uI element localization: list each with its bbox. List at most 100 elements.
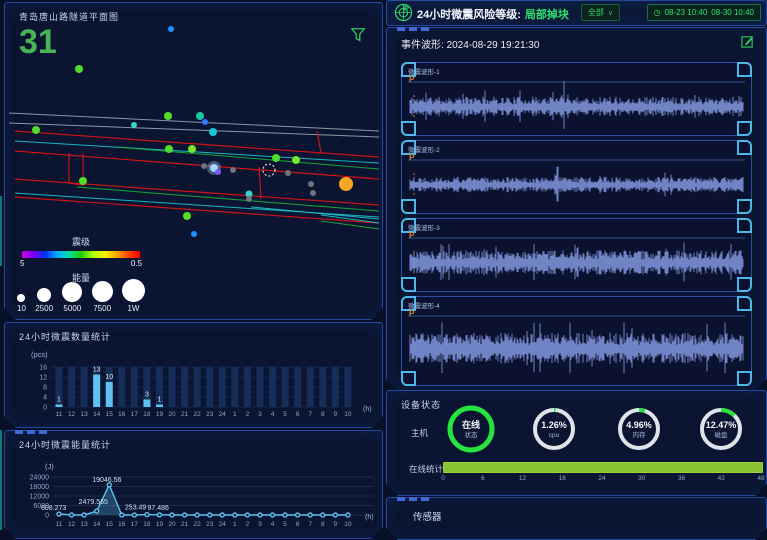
filter-dropdown[interactable]: 全部 ∨	[581, 4, 620, 21]
svg-text:12: 12	[39, 375, 47, 382]
line-point[interactable]	[95, 509, 99, 513]
line-point[interactable]	[296, 513, 300, 517]
svg-text:23: 23	[206, 521, 214, 528]
line-point[interactable]	[57, 512, 61, 516]
seismic-event-dot[interactable]	[32, 126, 40, 134]
seismic-event-dot[interactable]	[308, 181, 314, 187]
line-point[interactable]	[195, 513, 199, 517]
line-point[interactable]	[233, 513, 237, 517]
bar[interactable]	[56, 405, 63, 408]
online-axis: 0612182430364248	[387, 475, 766, 485]
seismic-event-dot[interactable]	[183, 212, 191, 220]
seismic-event-dot[interactable]	[201, 163, 207, 169]
line-point[interactable]	[120, 513, 124, 517]
svg-text:6: 6	[296, 411, 300, 418]
svg-text:2479.565: 2479.565	[79, 499, 108, 506]
svg-text:磁盘: 磁盘	[715, 430, 729, 439]
seismic-event-dot[interactable]	[292, 156, 300, 164]
seismic-event-dot[interactable]	[196, 112, 204, 120]
svg-text:1: 1	[233, 521, 237, 528]
line-point[interactable]	[220, 513, 224, 517]
waveform-box[interactable]: 微震波形-3P	[401, 218, 752, 292]
waveform-box[interactable]: 微震波形-4P	[401, 296, 752, 386]
line-point[interactable]	[70, 513, 74, 517]
seismic-event-dot[interactable]	[215, 169, 221, 175]
line-point[interactable]	[208, 513, 212, 517]
seismic-event-dot[interactable]	[75, 65, 83, 73]
svg-text:0: 0	[43, 405, 47, 412]
seismic-event-dot[interactable]	[230, 167, 236, 173]
line-point[interactable]	[346, 513, 350, 517]
svg-text:608.273: 608.273	[41, 505, 66, 512]
line-point[interactable]	[308, 513, 312, 517]
line-point[interactable]	[170, 513, 174, 517]
waveform-trace	[406, 79, 747, 129]
microseismic-dashboard: 青岛唐山路隧道平面图 31 震级 5 0.5 能量 10250050007500…	[0, 0, 767, 540]
date-range-picker[interactable]: ◷ 08-23 10:40 08-30 10:40	[647, 4, 761, 21]
bar-bg-column	[181, 367, 188, 407]
energy-legend-item: 7500	[92, 281, 113, 313]
seismic-event-dot[interactable]	[168, 26, 174, 32]
status-gauge: 12.47%磁盘	[695, 403, 747, 455]
tunnel-line	[9, 113, 379, 131]
svg-text:17: 17	[131, 521, 139, 528]
line-point[interactable]	[258, 513, 262, 517]
svg-text:23: 23	[206, 411, 214, 418]
online-axis-tick: 12	[519, 475, 526, 482]
line-point[interactable]	[271, 513, 275, 517]
chevron-down-icon: ∨	[608, 9, 613, 17]
seismic-event-dot[interactable]	[285, 170, 291, 176]
svg-text:24: 24	[219, 411, 227, 418]
filter-funnel-icon[interactable]	[350, 27, 366, 43]
line-point[interactable]	[145, 513, 149, 517]
energy-circle-label: 7500	[93, 304, 111, 313]
svg-text:9: 9	[334, 411, 338, 418]
seismic-event-dot[interactable]	[164, 112, 172, 120]
line-point[interactable]	[321, 513, 325, 517]
seismic-event-dot[interactable]	[79, 177, 87, 185]
line-point[interactable]	[157, 513, 161, 517]
seismic-event-dot[interactable]	[339, 177, 353, 191]
line-point[interactable]	[132, 513, 136, 517]
svg-text:16: 16	[118, 521, 126, 528]
edge-accent	[0, 430, 2, 530]
seismic-event-dot[interactable]	[131, 122, 137, 128]
svg-text:12000: 12000	[30, 494, 50, 501]
magnitude-min: 0.5	[131, 259, 142, 268]
seismic-event-dot[interactable]	[202, 119, 208, 125]
line-point[interactable]	[283, 513, 287, 517]
line-point[interactable]	[245, 513, 249, 517]
seismic-event-dot[interactable]	[191, 231, 197, 237]
bar-bg-column	[244, 367, 251, 407]
svg-text:17: 17	[131, 411, 139, 418]
seismic-event-dot[interactable]	[209, 128, 217, 136]
bar[interactable]	[156, 405, 163, 408]
line-point[interactable]	[333, 513, 337, 517]
status-gauge: 4.96%内存	[613, 403, 665, 455]
svg-text:1: 1	[57, 397, 61, 404]
seismic-event-dot[interactable]	[246, 196, 252, 202]
svg-text:0: 0	[45, 513, 49, 520]
panel-decor-dashes	[397, 497, 431, 501]
map-title: 青岛唐山路隧道平面图	[19, 10, 119, 23]
svg-text:5: 5	[283, 411, 287, 418]
line-point[interactable]	[183, 513, 187, 517]
bar[interactable]	[93, 375, 100, 408]
seismic-event-dot[interactable]	[165, 145, 173, 153]
svg-text:(J): (J)	[45, 462, 54, 471]
seismic-event-dot[interactable]	[272, 154, 280, 162]
seismic-event-dot[interactable]	[310, 190, 316, 196]
energy-legend-item: 2500	[35, 288, 53, 313]
line-point[interactable]	[82, 513, 86, 517]
seismic-event-dot[interactable]	[188, 145, 196, 153]
waveform-box[interactable]: 微震波形-2P	[401, 140, 752, 214]
waveform-box[interactable]: 微震波形-1P	[401, 62, 752, 136]
svg-text:1.26%: 1.26%	[541, 420, 567, 430]
bar[interactable]	[143, 400, 150, 408]
bar-bg-column	[307, 367, 314, 407]
bar[interactable]	[106, 382, 113, 407]
svg-text:15: 15	[106, 411, 114, 418]
svg-text:19: 19	[156, 521, 164, 528]
energy-circle	[122, 279, 145, 302]
edge-accent	[0, 196, 2, 266]
